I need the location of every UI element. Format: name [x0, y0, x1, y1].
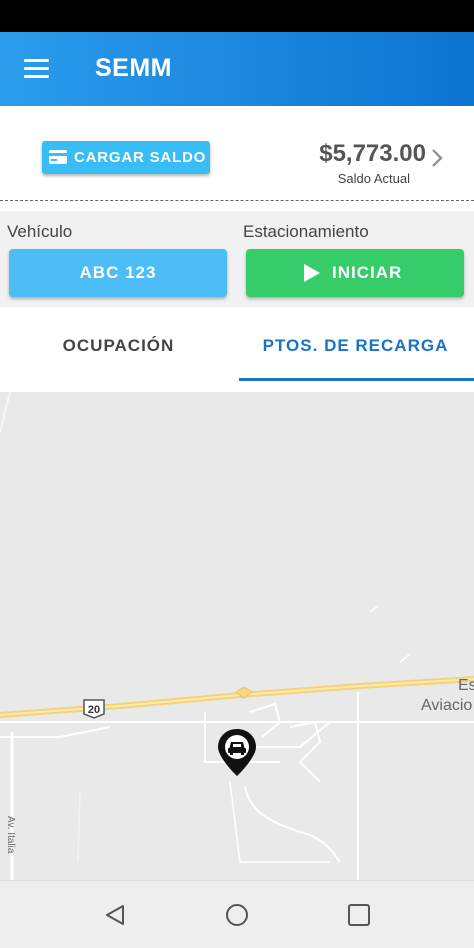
vehicle-plate-button[interactable]: ABC 123 — [9, 249, 227, 297]
map-view[interactable]: 20 Es Aviacio Av. Italia — [0, 392, 474, 880]
tab-bar: OCUPACIÓN PTOS. DE RECARGA — [0, 307, 474, 385]
map-place-label: Es — [458, 677, 474, 694]
back-icon[interactable] — [103, 903, 127, 927]
balance-section: CARGAR SALDO $5,773.00 Saldo Actual — [0, 106, 474, 202]
home-icon[interactable] — [225, 903, 249, 927]
android-nav-bar — [0, 880, 474, 948]
parking-label: Estacionamiento — [243, 222, 369, 241]
start-parking-label: INICIAR — [332, 263, 403, 282]
credit-card-icon — [49, 150, 67, 164]
chevron-right-icon[interactable] — [430, 147, 444, 169]
app-bar: SEMM — [0, 32, 474, 106]
start-parking-button[interactable]: INICIAR — [246, 249, 464, 297]
divider — [0, 200, 474, 201]
balance-amount[interactable]: $5,773.00 — [319, 140, 426, 168]
tab-ocupacion[interactable]: OCUPACIÓN — [0, 307, 237, 385]
map-place-label: Aviacio — [421, 697, 472, 714]
balance-label: Saldo Actual — [337, 171, 410, 186]
active-tab-indicator — [239, 378, 474, 381]
route-shield-number: 20 — [88, 704, 100, 716]
app-title: SEMM — [95, 54, 172, 82]
status-bar — [0, 0, 474, 32]
vehicle-section: Vehículo Estacionamiento ABC 123 INICIAR — [0, 211, 474, 307]
map-street-label: Av. Italia — [5, 816, 16, 854]
play-icon — [304, 264, 320, 282]
map-canvas: 20 Es Aviacio Av. Italia — [0, 392, 474, 880]
vehicle-label: Vehículo — [7, 222, 73, 241]
cargar-saldo-label: CARGAR SALDO — [74, 149, 207, 166]
menu-icon[interactable] — [24, 59, 49, 78]
cargar-saldo-button[interactable]: CARGAR SALDO — [42, 141, 210, 174]
recent-apps-icon[interactable] — [347, 903, 371, 927]
tab-puntos-recarga[interactable]: PTOS. DE RECARGA — [237, 307, 474, 385]
